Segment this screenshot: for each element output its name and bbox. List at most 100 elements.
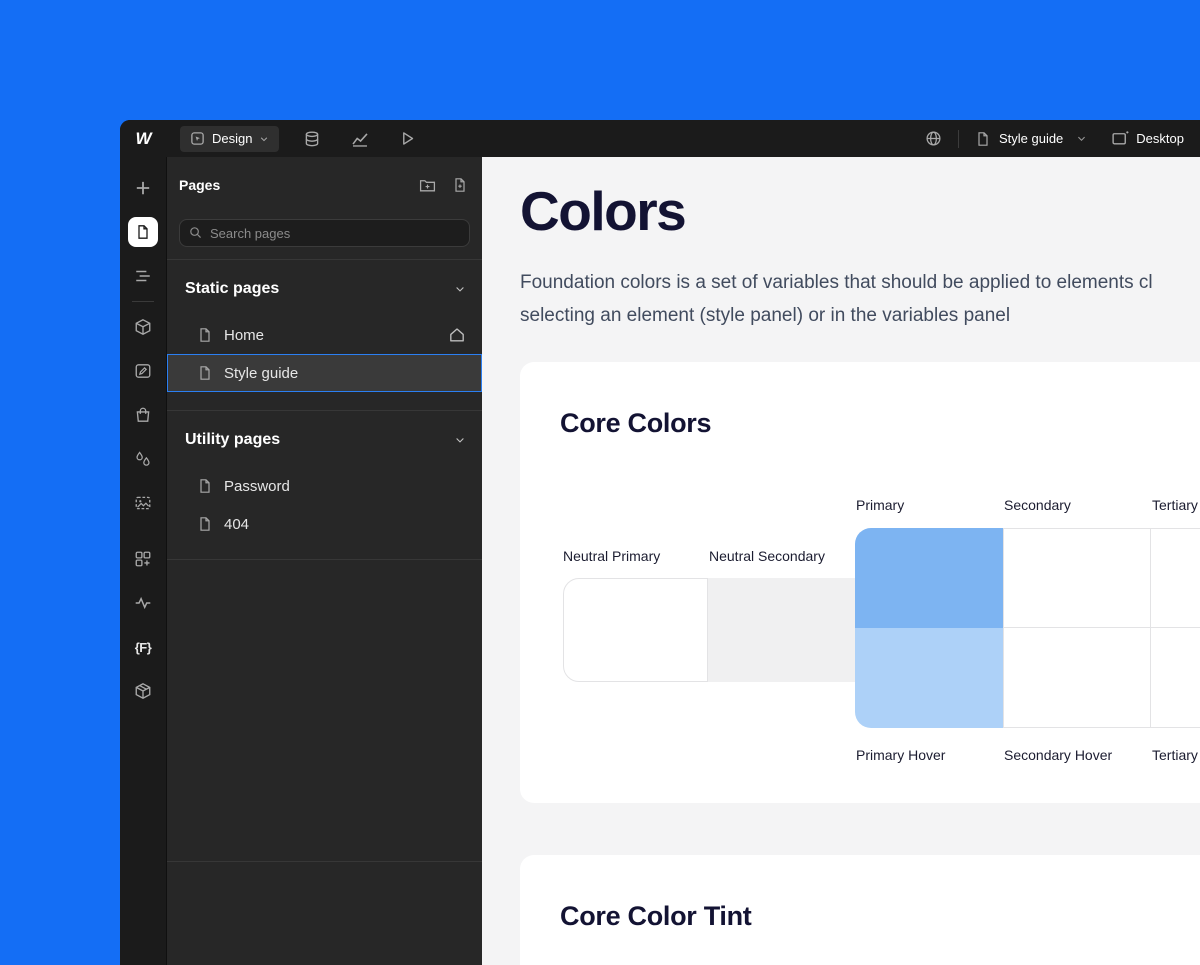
search-icon	[188, 225, 203, 240]
page-item-label: Style guide	[224, 365, 298, 382]
topbar-right: Style guide Desktop	[925, 129, 1200, 148]
label-neutral-primary: Neutral Primary	[563, 548, 660, 564]
swatch-tertiary	[1150, 528, 1200, 628]
webflow-designer-window: W Design	[120, 120, 1200, 965]
audit-button[interactable]	[120, 581, 166, 625]
navigator-button[interactable]	[120, 254, 166, 298]
core-color-tint-title: Core Color Tint	[560, 901, 752, 932]
edit-pencil-icon	[134, 362, 152, 380]
pages-panel-title: Pages	[179, 177, 220, 193]
page-item-label: 404	[224, 516, 249, 533]
page-icon	[197, 516, 213, 532]
label-secondary-hover: Secondary Hover	[1004, 747, 1112, 763]
utility-pages-section-header[interactable]: Utility pages	[167, 411, 482, 467]
left-toolbar: {F}	[120, 157, 166, 965]
pages-panel-header: Pages	[167, 157, 482, 203]
page-item-label: Home	[224, 327, 264, 344]
pages-panel-actions	[419, 177, 468, 194]
swatch-primary	[855, 528, 1003, 628]
design-canvas[interactable]: Colors Foundation colors is a set of var…	[482, 157, 1200, 965]
apps-button[interactable]	[120, 537, 166, 581]
package-cube-icon	[134, 682, 152, 700]
swatch-secondary	[1003, 528, 1151, 628]
cms-edit-button[interactable]	[120, 349, 166, 393]
chevron-down-icon[interactable]	[454, 283, 466, 295]
page-icon	[197, 365, 213, 381]
page-item-password[interactable]: Password	[167, 467, 482, 505]
description-line-1: Foundation colors is a set of variables …	[520, 266, 1153, 299]
label-neutral-secondary: Neutral Secondary	[709, 548, 825, 564]
pages-icon	[128, 217, 158, 247]
label-secondary: Secondary	[1004, 497, 1071, 513]
preview-play-icon[interactable]	[399, 130, 416, 147]
design-mode-button[interactable]: Design	[180, 126, 279, 152]
current-page-selector[interactable]: Style guide	[999, 131, 1063, 146]
page-icon	[975, 131, 991, 147]
search-pages-input[interactable]	[179, 219, 470, 247]
utility-pages-label: Utility pages	[185, 431, 280, 449]
waveform-icon	[134, 594, 152, 612]
panel-divider	[167, 861, 482, 862]
swatch-tertiary-hover	[1150, 627, 1200, 728]
shopping-bag-icon	[134, 406, 152, 424]
core-color-tint-card: Core Color Tint	[520, 855, 1200, 965]
swatch-primary-hover	[855, 628, 1003, 728]
top-bar: W Design	[120, 120, 1200, 157]
page-item-home[interactable]: Home	[167, 316, 482, 354]
globe-icon[interactable]	[925, 130, 942, 147]
chevron-down-icon[interactable]	[1076, 133, 1087, 144]
functions-button[interactable]: {F}	[120, 625, 166, 669]
page-description: Foundation colors is a set of variables …	[520, 266, 1153, 332]
home-icon	[448, 326, 466, 344]
breakpoint-desktop-icon[interactable]	[1111, 129, 1130, 148]
panel-empty-area	[167, 560, 482, 861]
search-pages	[179, 219, 470, 247]
components-cube-icon	[134, 318, 152, 336]
topbar-tools	[303, 130, 416, 148]
label-tertiary-hover: Tertiary Hover	[1152, 747, 1200, 763]
variables-button[interactable]	[120, 437, 166, 481]
page-item-label: Password	[224, 478, 290, 495]
static-pages-label: Static pages	[185, 280, 279, 298]
label-tertiary: Tertiary	[1152, 497, 1198, 513]
new-page-icon[interactable]	[452, 177, 468, 194]
breakpoint-label[interactable]: Desktop	[1136, 131, 1184, 146]
pages-panel-button[interactable]	[120, 210, 166, 254]
core-colors-title: Core Colors	[560, 408, 711, 439]
image-icon	[134, 494, 152, 512]
components-button[interactable]	[120, 305, 166, 349]
apps-grid-icon	[134, 550, 152, 568]
swatch-secondary-hover	[1003, 627, 1151, 728]
page-title: Colors	[520, 179, 685, 243]
label-primary: Primary	[856, 497, 904, 513]
toolbar-divider	[132, 301, 154, 302]
page-icon	[197, 327, 213, 343]
add-elements-button[interactable]	[120, 166, 166, 210]
chevron-down-icon[interactable]	[454, 434, 466, 446]
core-colors-card: Core Colors Primary Secondary Tertiary N…	[520, 362, 1200, 803]
chevron-down-icon	[259, 134, 269, 144]
new-folder-icon[interactable]	[419, 177, 436, 194]
plus-icon	[134, 179, 152, 197]
swatch-neutral-secondary	[708, 578, 855, 682]
main-area: {F} Pages	[120, 157, 1200, 965]
navigator-icon	[134, 267, 152, 285]
topbar-divider	[958, 130, 959, 148]
design-mode-label: Design	[212, 131, 252, 146]
design-cursor-icon	[190, 131, 205, 146]
page-item-style-guide[interactable]: Style guide	[167, 354, 482, 392]
analytics-icon[interactable]	[351, 130, 369, 148]
ecommerce-button[interactable]	[120, 393, 166, 437]
page-item-404[interactable]: 404	[167, 505, 482, 543]
functions-icon: {F}	[135, 640, 152, 655]
pages-panel: Pages	[166, 157, 482, 965]
static-pages-section-header[interactable]: Static pages	[167, 260, 482, 316]
page-icon	[197, 478, 213, 494]
webflow-logo-icon[interactable]: W	[120, 129, 166, 149]
cms-database-icon[interactable]	[303, 130, 321, 148]
droplets-icon	[134, 450, 152, 468]
description-line-2: selecting an element (style panel) or in…	[520, 299, 1153, 332]
assets-button[interactable]	[120, 481, 166, 525]
3d-button[interactable]	[120, 669, 166, 713]
label-primary-hover: Primary Hover	[856, 747, 945, 763]
